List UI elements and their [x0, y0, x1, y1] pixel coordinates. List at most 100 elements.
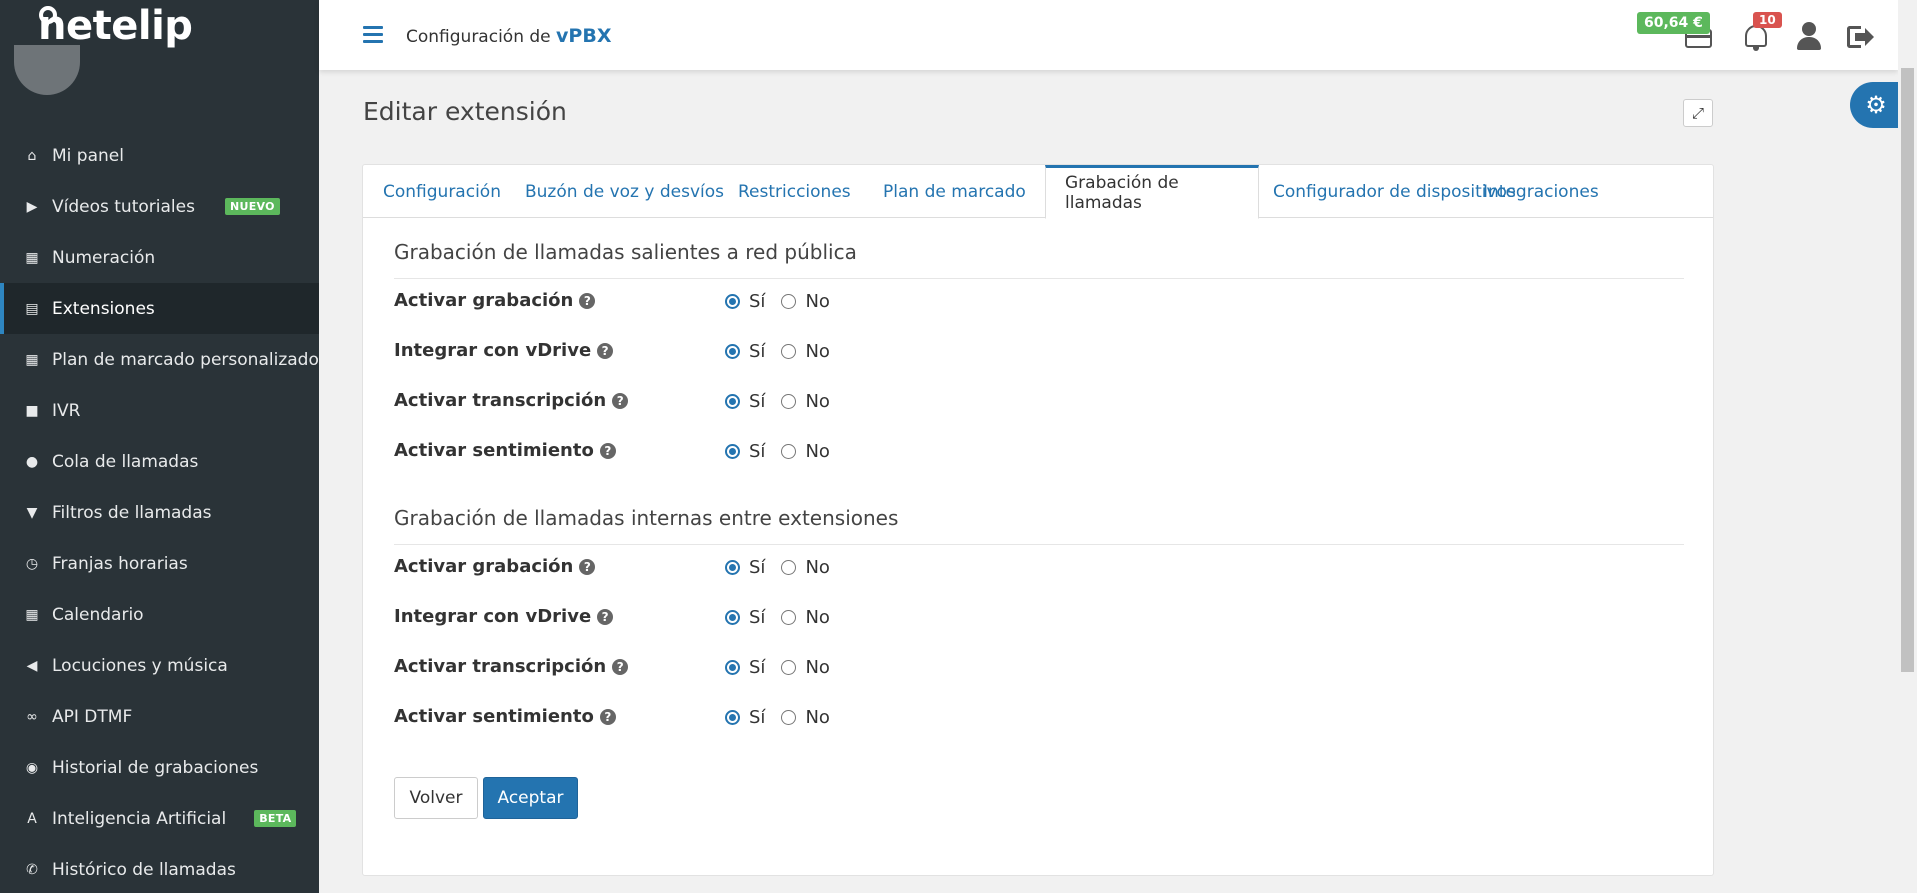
sidebar: netelip ⌂ Mi panel ▶ Vídeos tutoriales NUEVO…	[0, 0, 319, 893]
sidebar-item-chat[interactable]: ■ IVR	[0, 385, 319, 436]
tab-grabación-de-llamadas[interactable]: Grabación de llamadas	[1045, 165, 1259, 219]
radio-yes-label[interactable]: Sí	[749, 707, 765, 728]
tab-plan-de-marcado[interactable]: Plan de marcado	[863, 165, 1046, 218]
hamburger-menu-icon[interactable]	[363, 26, 383, 44]
radio-yes[interactable]	[725, 444, 740, 459]
help-icon[interactable]: ?	[579, 558, 596, 575]
sidebar-item-calendar[interactable]: ▦ Calendario	[0, 589, 319, 640]
radio-no[interactable]	[781, 710, 797, 725]
radio-group: Sí No	[725, 557, 846, 578]
radio-no[interactable]	[781, 394, 797, 409]
sidebar-item-label: Historial de grabaciones	[52, 757, 259, 778]
radio-no[interactable]	[781, 444, 797, 459]
expand-icon[interactable]: ⤢	[1683, 99, 1713, 127]
user-profile-icon[interactable]	[1795, 22, 1823, 50]
radio-no-label[interactable]: No	[805, 557, 829, 578]
help-icon[interactable]: ?	[612, 658, 629, 675]
radio-no-label[interactable]: No	[805, 391, 829, 412]
help-icon[interactable]: ?	[612, 392, 629, 409]
radio-yes[interactable]	[725, 660, 740, 675]
logout-icon[interactable]	[1847, 26, 1874, 48]
setting-label-text: Activar transcripción	[394, 390, 607, 411]
sidebar-item-volume[interactable]: ◀ Locuciones y música	[0, 640, 319, 691]
settings-gear-icon[interactable]: ⚙	[1850, 82, 1902, 128]
help-icon[interactable]: ?	[599, 442, 616, 459]
setting-label: Activar transcripción?	[394, 656, 629, 677]
tab-restricciones[interactable]: Restricciones	[718, 165, 871, 218]
radio-no-label[interactable]: No	[805, 707, 829, 728]
help-icon[interactable]: ?	[579, 292, 596, 309]
scrollbar-thumb[interactable]	[1901, 68, 1914, 672]
radio-no[interactable]	[781, 294, 797, 309]
radio-yes[interactable]	[725, 710, 740, 725]
radio-no-label[interactable]: No	[805, 291, 829, 312]
sidebar-item-apps[interactable]: ▦ Plan de marcado personalizado	[0, 334, 319, 385]
tabs-bar: Configuración Buzón de voz y desvíos Restr…	[363, 165, 1713, 219]
video-icon: ▶	[26, 198, 38, 215]
radio-group: Sí No	[725, 341, 846, 362]
balance-badge[interactable]: 60,64 €	[1637, 12, 1710, 34]
radio-yes[interactable]	[725, 394, 740, 409]
sidebar-item-ai[interactable]: A Inteligencia Artificial BETA	[0, 793, 319, 844]
sidebar-item-user[interactable]: ● Cola de llamadas	[0, 436, 319, 487]
setting-label-text: Activar transcripción	[394, 656, 607, 677]
ai-icon: A	[27, 810, 37, 827]
sidebar-item-label: Inteligencia Artificial	[52, 808, 227, 829]
radio-yes-label[interactable]: Sí	[749, 557, 765, 578]
radio-no-label[interactable]: No	[805, 657, 829, 678]
chat-icon: ■	[25, 402, 39, 419]
radio-yes[interactable]	[725, 610, 740, 625]
radio-no-label[interactable]: No	[805, 441, 829, 462]
clock-icon: ◷	[25, 555, 39, 572]
sidebar-item-label: Plan de marcado personalizado	[52, 349, 319, 370]
radio-yes[interactable]	[725, 294, 740, 309]
accept-button[interactable]: Aceptar	[483, 777, 578, 819]
sidebar-badge: BETA	[254, 810, 297, 827]
radio-group: Sí No	[725, 291, 846, 312]
help-icon[interactable]: ?	[599, 708, 616, 725]
radio-yes-label[interactable]: Sí	[749, 657, 765, 678]
tab-configuración[interactable]: Configuración	[363, 165, 521, 218]
radio-no-label[interactable]: No	[805, 607, 829, 628]
radio-no[interactable]	[781, 660, 797, 675]
calendar-icon: ▦	[25, 606, 39, 623]
page-title: Editar extensión	[363, 97, 567, 126]
list-icon: ▤	[25, 300, 39, 317]
section-divider	[394, 278, 1684, 279]
radio-yes-label[interactable]: Sí	[749, 341, 765, 362]
radio-no[interactable]	[781, 560, 797, 575]
section-divider	[394, 544, 1684, 545]
radio-yes-label[interactable]: Sí	[749, 607, 765, 628]
back-button[interactable]: Volver	[394, 777, 478, 819]
sidebar-item-label: API DTMF	[52, 706, 133, 727]
notifications-count-badge[interactable]: 10	[1753, 12, 1782, 28]
radio-no[interactable]	[781, 610, 797, 625]
help-icon[interactable]: ?	[597, 608, 614, 625]
home-icon: ⌂	[27, 147, 37, 164]
scrollbar[interactable]	[1898, 0, 1917, 893]
sidebar-item-label: Filtros de llamadas	[52, 502, 212, 523]
tab-buzón-de-voz-y-desvíos[interactable]: Buzón de voz y desvíos	[505, 165, 744, 218]
record-icon: ◉	[25, 759, 39, 776]
radio-group: Sí No	[725, 707, 846, 728]
radio-no-label[interactable]: No	[805, 341, 829, 362]
avatar[interactable]	[14, 45, 80, 95]
radio-yes-label[interactable]: Sí	[749, 391, 765, 412]
tab-integraciones[interactable]: Integraciones	[1463, 165, 1619, 218]
sidebar-item-clock[interactable]: ◷ Franjas horarias	[0, 538, 319, 589]
sidebar-item-grid[interactable]: ▦ Numeración	[0, 232, 319, 283]
sidebar-item-video[interactable]: ▶ Vídeos tutoriales NUEVO	[0, 181, 319, 232]
radio-yes-label[interactable]: Sí	[749, 441, 765, 462]
radio-no[interactable]	[781, 344, 797, 359]
sidebar-item-home[interactable]: ⌂ Mi panel	[0, 130, 319, 181]
sidebar-item-link[interactable]: ∞ API DTMF	[0, 691, 319, 742]
radio-yes[interactable]	[725, 344, 740, 359]
sidebar-item-filter[interactable]: ▼ Filtros de llamadas	[0, 487, 319, 538]
radio-yes[interactable]	[725, 560, 740, 575]
radio-yes-label[interactable]: Sí	[749, 291, 765, 312]
sidebar-item-record[interactable]: ◉ Historial de grabaciones	[0, 742, 319, 793]
sidebar-item-list[interactable]: ▤ Extensiones	[0, 283, 319, 334]
extension-panel: Configuración Buzón de voz y desvíos Restr…	[362, 164, 1714, 876]
sidebar-item-phone[interactable]: ✆ Histórico de llamadas	[0, 844, 319, 893]
help-icon[interactable]: ?	[597, 342, 614, 359]
